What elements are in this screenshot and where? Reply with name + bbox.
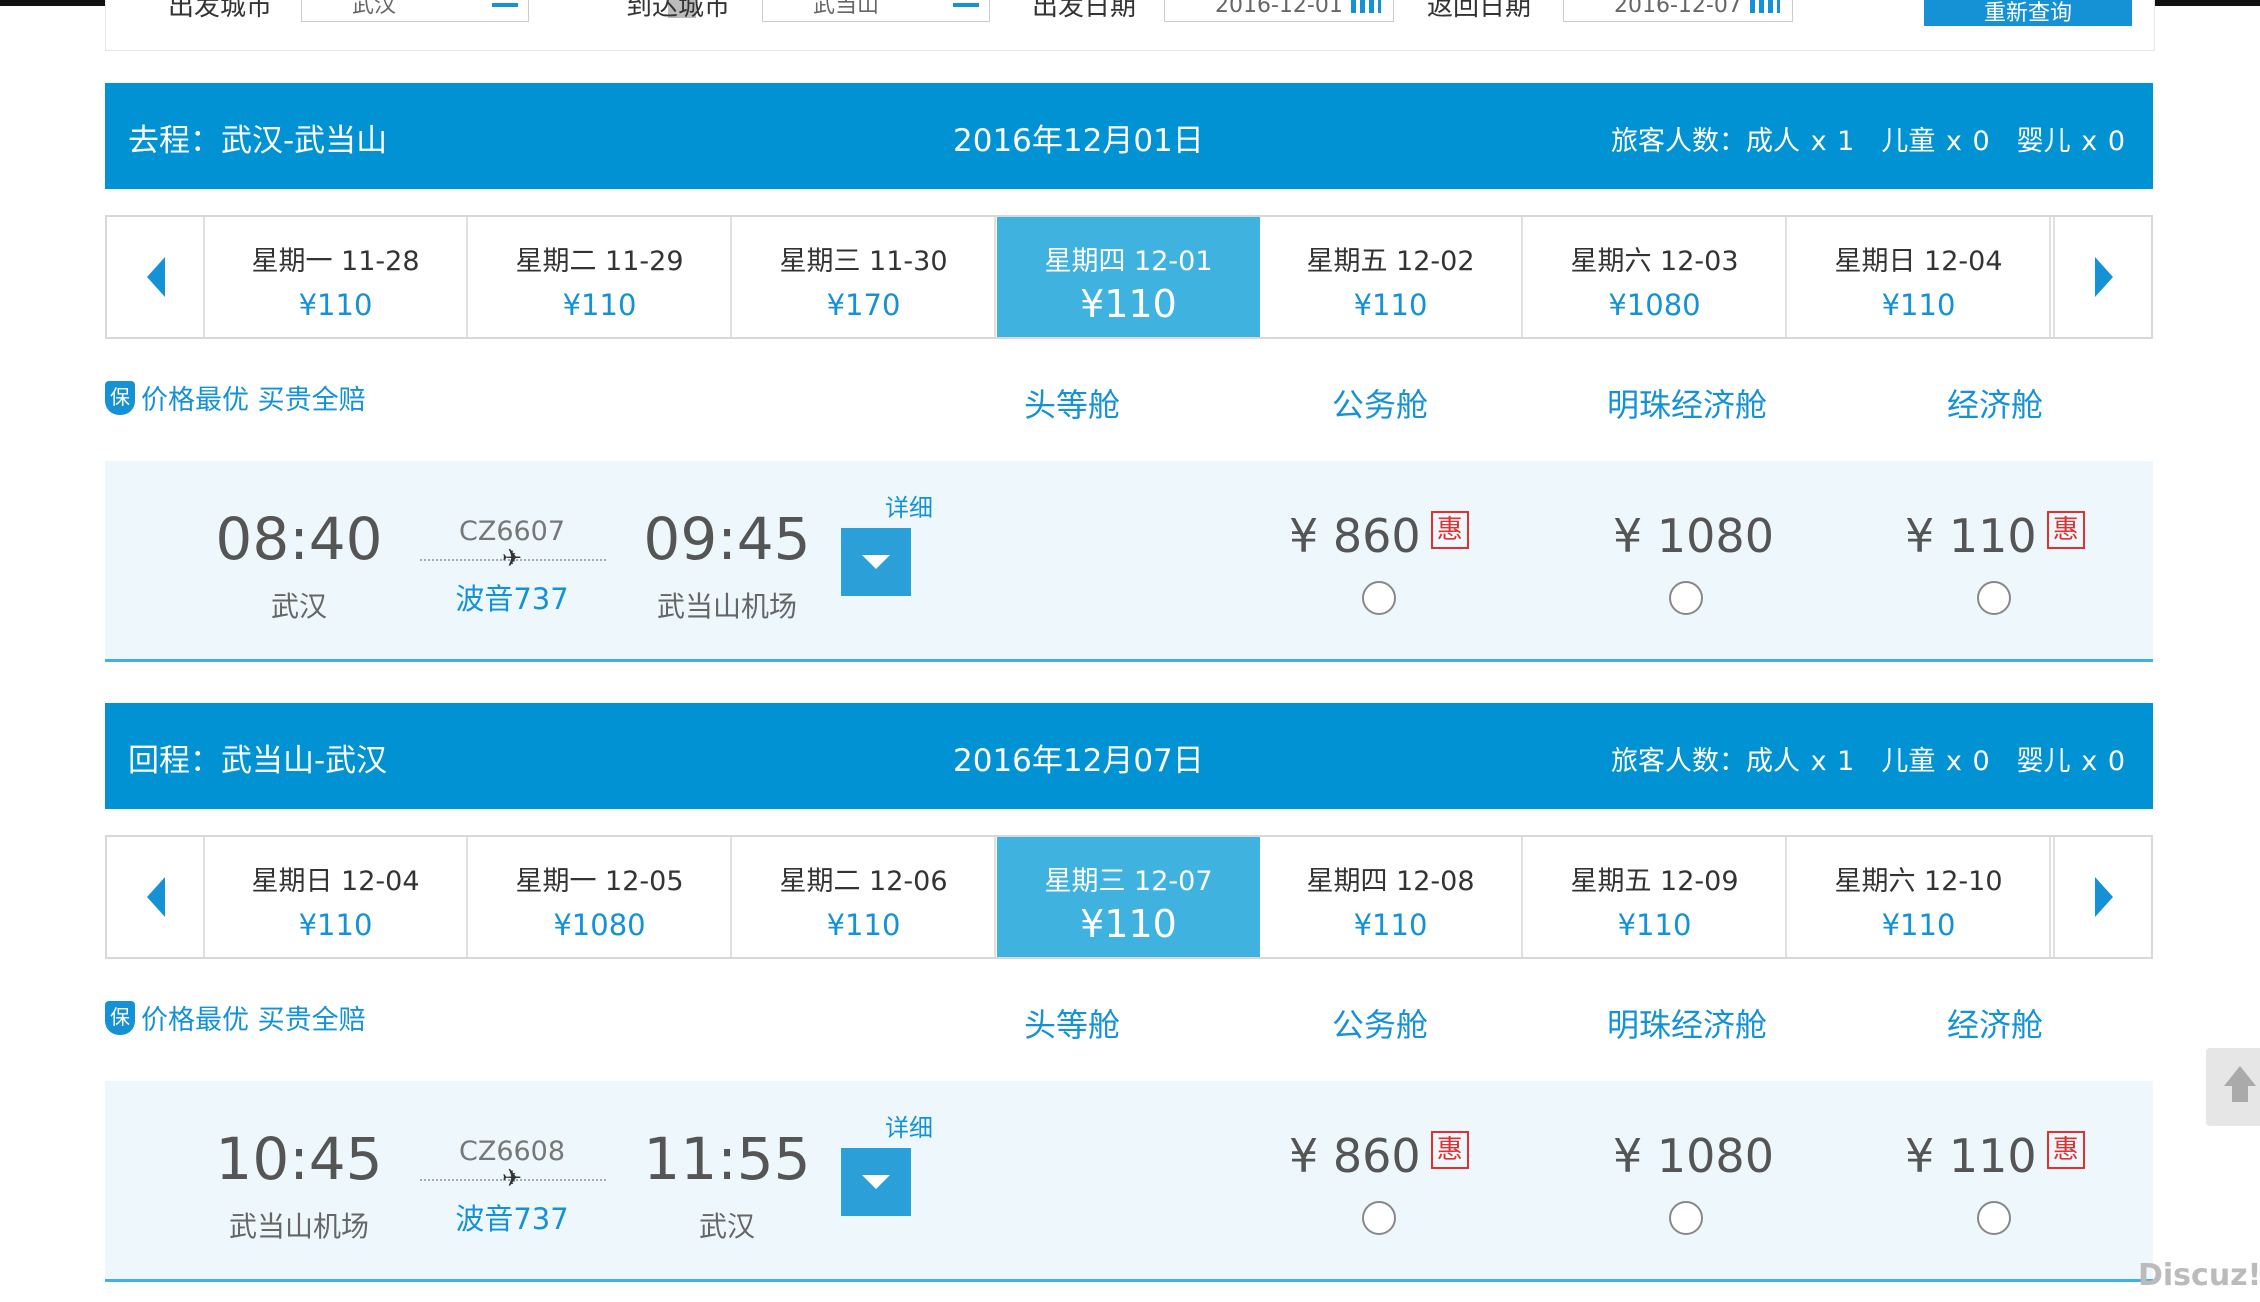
return-header: 回程：武当山-武汉 2016年12月07日 旅客人数：成人 x 1 儿童 x 0… bbox=[105, 703, 2153, 809]
price-premium-economy: ¥ 1080 bbox=[1613, 509, 1774, 563]
select-economy-radio[interactable] bbox=[1977, 1201, 2011, 1235]
discount-badge: 惠 bbox=[2046, 1131, 2085, 1169]
outbound-header: 去程：武汉-武当山 2016年12月01日 旅客人数：成人 x 1 儿童 x 0… bbox=[105, 83, 2153, 189]
select-business-radio[interactable] bbox=[1362, 1201, 1396, 1235]
to-city-input[interactable]: 武当山 bbox=[762, 0, 990, 22]
day-cell[interactable]: 星期五 12-09 ¥110 bbox=[1524, 837, 1787, 957]
leg-date: 2016年12月07日 bbox=[953, 743, 1204, 779]
plane-icon: ✈ bbox=[501, 544, 523, 572]
calendar-icon bbox=[1750, 0, 1780, 13]
discount-badge: 惠 bbox=[1430, 1131, 1469, 1169]
plane-icon: ✈ bbox=[501, 1164, 523, 1192]
cabin-premium-economy: 明珠经济舱 bbox=[1606, 386, 1767, 424]
dropdown-icon bbox=[953, 3, 979, 7]
passenger-count: 旅客人数：成人 x 1 儿童 x 0 婴儿 x 0 bbox=[1611, 126, 2125, 157]
aircraft-type-link[interactable]: 波音737 bbox=[422, 1196, 602, 1238]
price-guarantee[interactable]: 保价格最优 买贵全赔 bbox=[105, 378, 366, 417]
day-cell[interactable]: 星期二 11-29 ¥110 bbox=[469, 217, 732, 337]
chevron-down-icon bbox=[862, 555, 890, 569]
day-cell[interactable]: 星期一 12-05 ¥1080 bbox=[469, 837, 732, 957]
select-economy-radio[interactable] bbox=[1977, 581, 2011, 615]
cabin-premium-economy: 明珠经济舱 bbox=[1606, 1006, 1767, 1044]
prev-week-button[interactable] bbox=[107, 217, 205, 337]
select-business-radio[interactable] bbox=[1362, 581, 1396, 615]
calendar-icon bbox=[1351, 0, 1381, 13]
day-cell[interactable]: 星期四 12-08 ¥110 bbox=[1260, 837, 1523, 957]
flight-number: CZ6608 bbox=[458, 1136, 566, 1167]
leg-route: 回程：武当山-武汉 bbox=[128, 743, 388, 779]
day-cell[interactable]: 星期六 12-10 ¥110 bbox=[1788, 837, 2051, 957]
flight-row: 10:45 武当山机场 CZ6608 ✈ 波音737 11:55 武汉 详细 ¥… bbox=[105, 1081, 2153, 1282]
departure-time: 10:45 bbox=[215, 1125, 383, 1193]
chevron-left-icon bbox=[147, 257, 165, 297]
chevron-down-icon bbox=[862, 1175, 890, 1189]
discount-badge: 惠 bbox=[2046, 511, 2085, 549]
day-cell[interactable]: 星期三 11-30 ¥170 bbox=[733, 217, 996, 337]
return-date-label: 返回日期 bbox=[1427, 0, 1532, 22]
cabin-economy: 经济舱 bbox=[1946, 1006, 2043, 1044]
chevron-right-icon bbox=[2095, 877, 2113, 917]
depart-date-input[interactable]: 2016-12-01 bbox=[1164, 0, 1394, 22]
return-date-input[interactable]: 2016-12-07 bbox=[1563, 0, 1793, 22]
expand-detail-button[interactable] bbox=[841, 1148, 911, 1216]
aircraft-type-link[interactable]: 波音737 bbox=[422, 576, 602, 618]
select-premium-economy-radio[interactable] bbox=[1669, 1201, 1703, 1235]
cabin-business: 公务舱 bbox=[1331, 386, 1428, 424]
prev-week-button[interactable] bbox=[107, 837, 205, 957]
flight-row: 08:40 武汉 CZ6607 ✈ 波音737 09:45 武当山机场 详细 ¥… bbox=[105, 461, 2153, 662]
departure-city: 武汉 bbox=[270, 590, 327, 623]
from-city-label: 出发城市 bbox=[168, 0, 273, 22]
cabin-first: 头等舱 bbox=[1023, 386, 1120, 424]
next-week-button[interactable] bbox=[2053, 837, 2151, 957]
select-premium-economy-radio[interactable] bbox=[1669, 581, 1703, 615]
chevron-right-icon bbox=[2095, 257, 2113, 297]
depart-date-label: 出发日期 bbox=[1032, 0, 1137, 22]
detail-label[interactable]: 详细 bbox=[874, 1108, 944, 1143]
shield-icon: 保 bbox=[105, 1000, 135, 1035]
day-cell[interactable]: 星期五 12-02 ¥110 bbox=[1260, 217, 1523, 337]
cabin-economy: 经济舱 bbox=[1946, 386, 2043, 424]
day-cell-selected[interactable]: 星期四 12-01 ¥110 bbox=[997, 217, 1260, 337]
departure-city: 武当山机场 bbox=[228, 1210, 369, 1243]
to-city-label: 到达城市 bbox=[626, 0, 731, 22]
price-guarantee[interactable]: 保价格最优 买贵全赔 bbox=[105, 998, 366, 1037]
leg-route: 去程：武汉-武当山 bbox=[128, 123, 388, 159]
arrival-city: 武当山机场 bbox=[656, 590, 797, 623]
arrival-city: 武汉 bbox=[698, 1210, 755, 1243]
departure-time: 08:40 bbox=[215, 505, 383, 573]
arrow-up-icon bbox=[2224, 1066, 2256, 1086]
discount-badge: 惠 bbox=[1430, 511, 1469, 549]
day-cell[interactable]: 星期日 12-04 ¥110 bbox=[1788, 217, 2051, 337]
return-date-strip: 星期日 12-04 ¥110 星期一 12-05 ¥1080 星期二 12-06 ¥1… bbox=[105, 835, 2153, 959]
next-week-button[interactable] bbox=[2053, 217, 2151, 337]
passenger-count: 旅客人数：成人 x 1 儿童 x 0 婴儿 x 0 bbox=[1611, 746, 2125, 777]
watermark: Discuz! bbox=[2138, 1258, 2260, 1293]
day-cell[interactable]: 星期日 12-04 ¥110 bbox=[205, 837, 468, 957]
price-business: ¥ 860 惠 bbox=[1289, 1129, 1469, 1183]
arrival-time: 09:45 bbox=[643, 505, 811, 573]
day-cell[interactable]: 星期六 12-03 ¥1080 bbox=[1524, 217, 1787, 337]
cabin-first: 头等舱 bbox=[1023, 1006, 1120, 1044]
day-cell[interactable]: 星期一 11-28 ¥110 bbox=[205, 217, 468, 337]
arrival-time: 11:55 bbox=[643, 1125, 811, 1193]
flight-number: CZ6607 bbox=[458, 516, 566, 547]
outbound-date-strip: 星期一 11-28 ¥110 星期二 11-29 ¥110 星期三 11-30 ¥17… bbox=[105, 215, 2153, 339]
price-economy: ¥ 110 惠 bbox=[1905, 509, 2085, 563]
day-cell[interactable]: 星期二 12-06 ¥110 bbox=[733, 837, 996, 957]
expand-detail-button[interactable] bbox=[841, 528, 911, 596]
shield-icon: 保 bbox=[105, 380, 135, 415]
price-economy: ¥ 110 惠 bbox=[1905, 1129, 2085, 1183]
cabin-business: 公务舱 bbox=[1331, 1006, 1428, 1044]
leg-date: 2016年12月01日 bbox=[953, 123, 1204, 159]
detail-label[interactable]: 详细 bbox=[874, 488, 944, 523]
search-form: 出发城市 武汉 到达城市 武当山 出发日期 2016-12-01 返回日期 20… bbox=[105, 0, 2155, 51]
price-business: ¥ 860 惠 bbox=[1289, 509, 1469, 563]
chevron-left-icon bbox=[147, 877, 165, 917]
refresh-search-button[interactable]: 重新查询 bbox=[1924, 0, 2132, 26]
from-city-input[interactable]: 武汉 bbox=[301, 0, 529, 22]
dropdown-icon bbox=[492, 3, 518, 7]
day-cell-selected[interactable]: 星期三 12-07 ¥110 bbox=[997, 837, 1260, 957]
price-premium-economy: ¥ 1080 bbox=[1613, 1129, 1774, 1183]
back-to-top-button[interactable] bbox=[2206, 1048, 2260, 1126]
